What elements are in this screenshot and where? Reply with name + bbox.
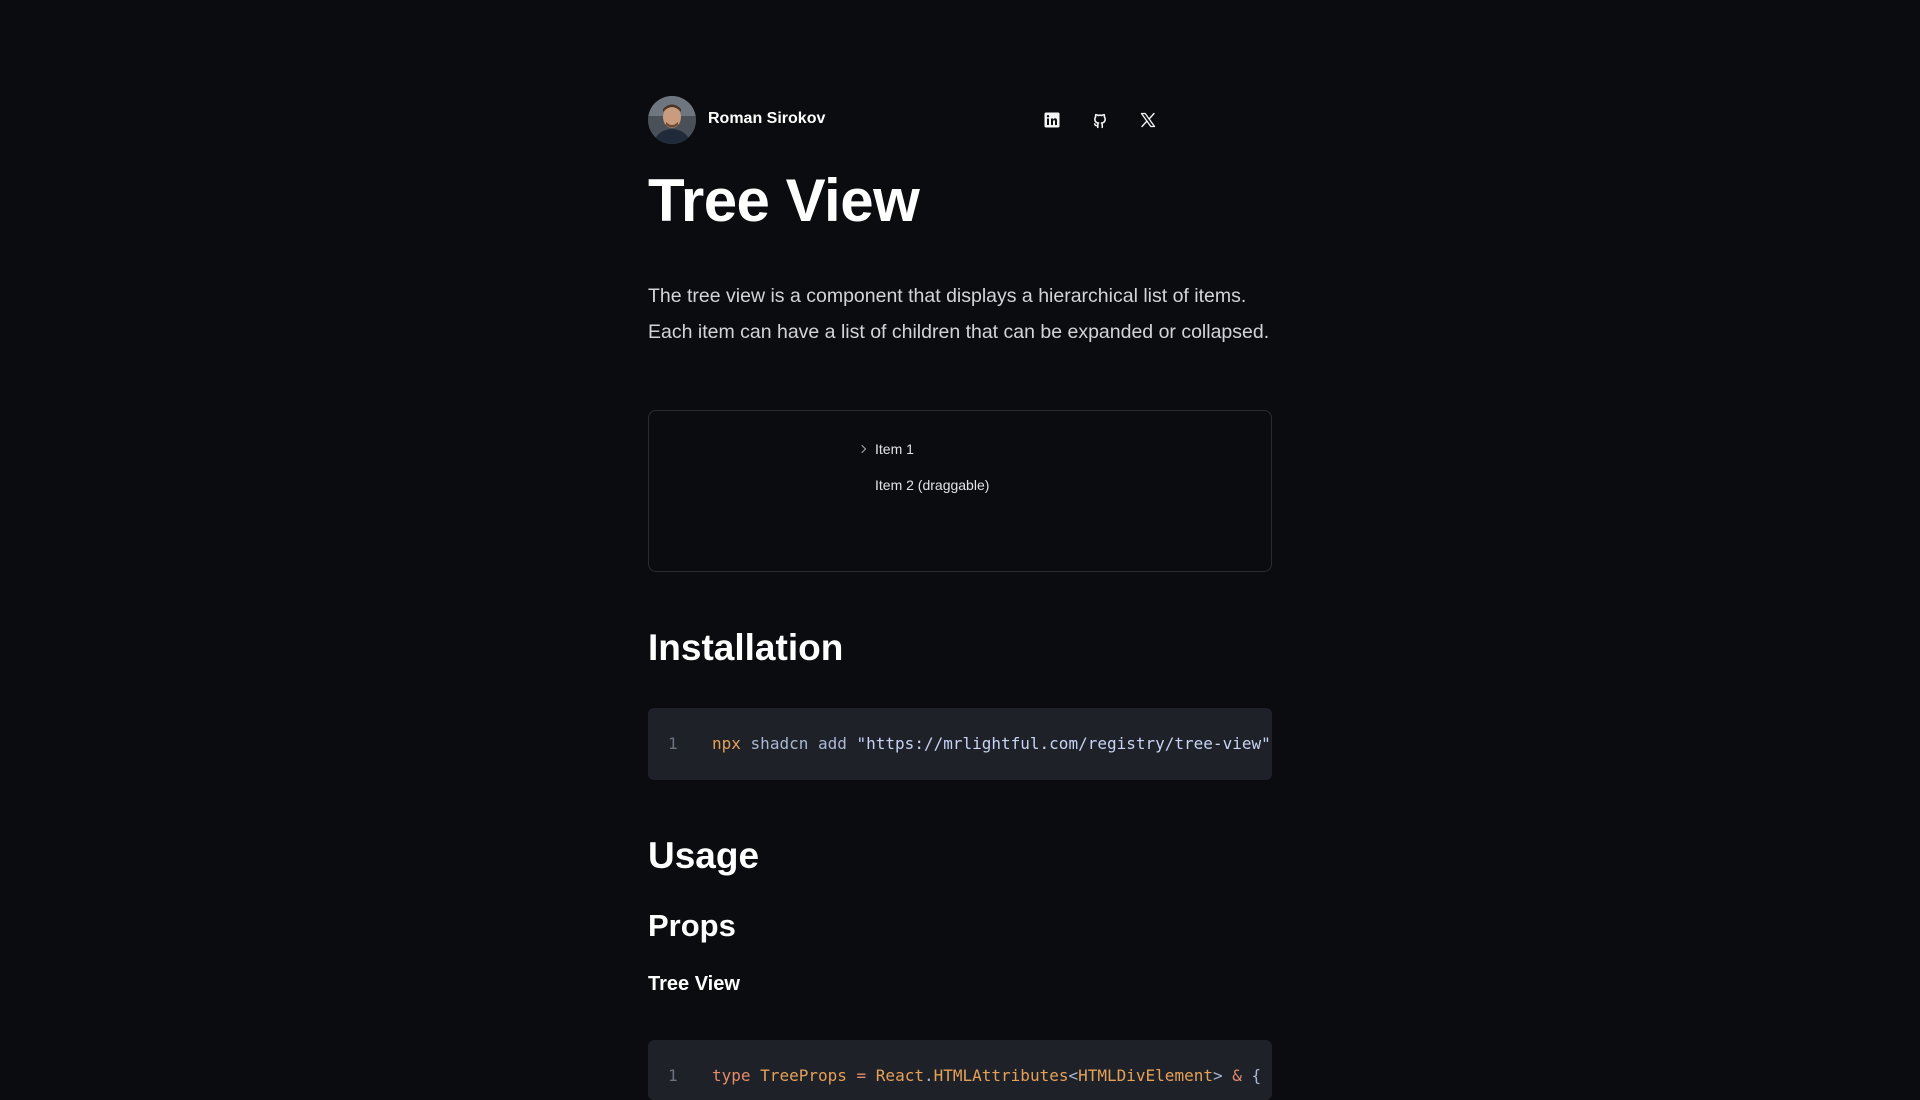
code-line: type TreeProps = React.HTMLAttributes<HT… [712, 1066, 1262, 1085]
code-command: npx [712, 734, 741, 753]
code-brace: { [1251, 1066, 1262, 1085]
usage-heading: Usage [648, 835, 760, 876]
code-type-name: TreeProps [760, 1066, 847, 1085]
code-namespace: React [875, 1066, 924, 1085]
x-icon [1140, 112, 1156, 128]
install-code-block[interactable]: 1 npx shadcn add "https://mrlightful.com… [648, 708, 1272, 780]
tree-item-1[interactable]: Item 1 [857, 441, 914, 457]
github-link[interactable] [1082, 102, 1118, 138]
code-args: shadcn add [750, 734, 847, 753]
code-line: npx shadcn add "https://mrlightful.com/r… [712, 734, 1271, 753]
intro-paragraph: The tree view is a component that displa… [648, 285, 1270, 343]
github-icon [1093, 113, 1106, 129]
tree-item-2[interactable]: Item 2 (draggable) [875, 477, 989, 493]
code-operator: = [856, 1066, 867, 1085]
linkedin-link[interactable] [1034, 102, 1070, 138]
chevron-right-icon[interactable] [857, 442, 871, 456]
code-lt: < [1068, 1066, 1079, 1085]
author-header: Roman Sirokov [648, 96, 1272, 144]
installation-heading: Installation [648, 627, 844, 668]
code-type-attrs: HTMLAttributes [933, 1066, 1069, 1085]
tree-view-props-heading: Tree View [648, 973, 740, 995]
linkedin-icon [1044, 112, 1060, 128]
line-number: 1 [668, 1066, 678, 1085]
line-number: 1 [668, 734, 678, 753]
props-heading: Props [648, 908, 736, 943]
code-generic: HTMLDivElement [1078, 1066, 1213, 1085]
author-name[interactable]: Roman Sirokov [708, 110, 825, 128]
tree-item-label: Item 2 (draggable) [875, 477, 990, 493]
avatar[interactable] [648, 96, 696, 144]
page-title: Tree View [648, 167, 920, 234]
code-keyword: type [712, 1066, 751, 1085]
code-amp: & [1232, 1066, 1242, 1085]
props-code-block[interactable]: 1 type TreeProps = React.HTMLAttributes<… [648, 1040, 1272, 1100]
code-url: "https://mrlightful.com/registry/tree-vi… [856, 734, 1271, 753]
code-gt: > [1212, 1066, 1223, 1085]
avatar-photo [648, 96, 696, 144]
tree-item-label: Item 1 [875, 441, 914, 457]
tree-view-preview: Item 1 Item 2 (draggable) [648, 410, 1272, 572]
x-link[interactable] [1130, 102, 1166, 138]
